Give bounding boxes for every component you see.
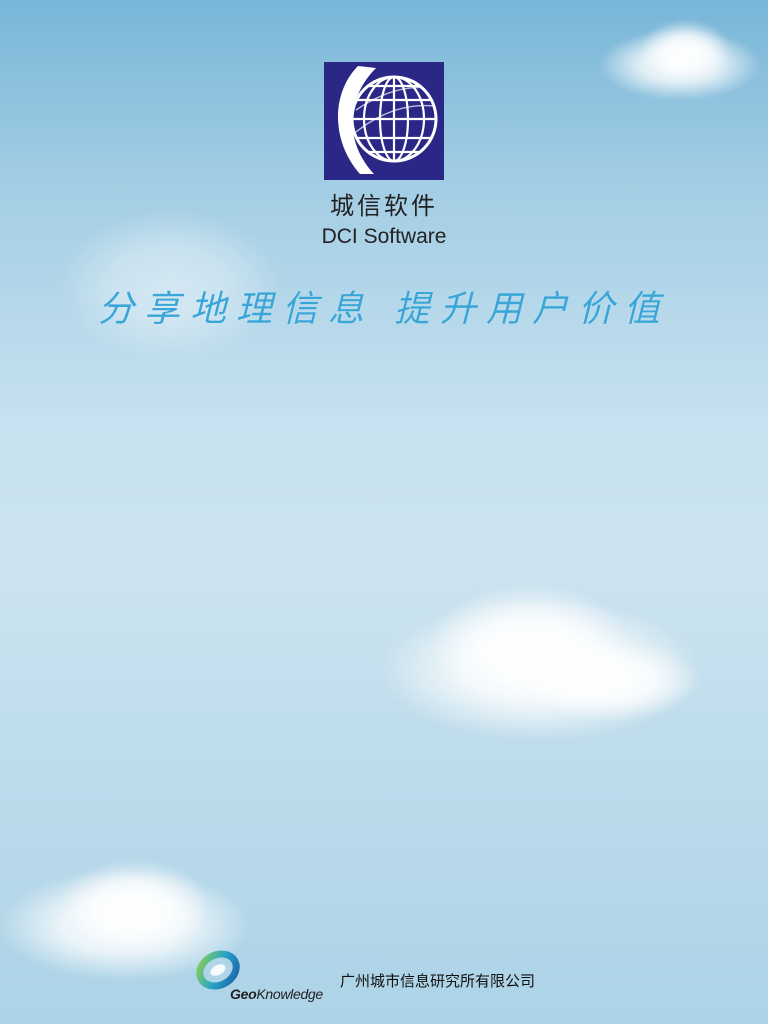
footer-brand-geo: Geo	[230, 986, 257, 1002]
cloud	[60, 860, 210, 950]
slogan-part-2: 提升用户价值	[394, 289, 671, 330]
footer-brand-knowledge: Knowledge	[256, 986, 323, 1002]
splash-screen: { "brand": { "name_cn": "城信软件", "name_en…	[0, 0, 768, 1024]
slogan-part-1: 分享地理信息	[97, 289, 374, 330]
geoknowledge-logo-icon	[196, 950, 240, 990]
cloud	[520, 640, 700, 720]
slogan: 分享地理信息 提升用户价值	[0, 280, 768, 332]
cloud	[640, 20, 730, 80]
company-name: 广州城市信息研究所有限公司	[340, 972, 536, 990]
footer-brand: GeoKnowledge	[230, 986, 323, 1002]
globe-logo-icon	[324, 62, 444, 180]
brand-name-chinese: 城信软件	[330, 192, 438, 220]
footer: GeoKnowledge 广州城市信息研究所有限公司	[196, 948, 596, 1008]
brand-name-english: DCI Software	[321, 225, 447, 248]
